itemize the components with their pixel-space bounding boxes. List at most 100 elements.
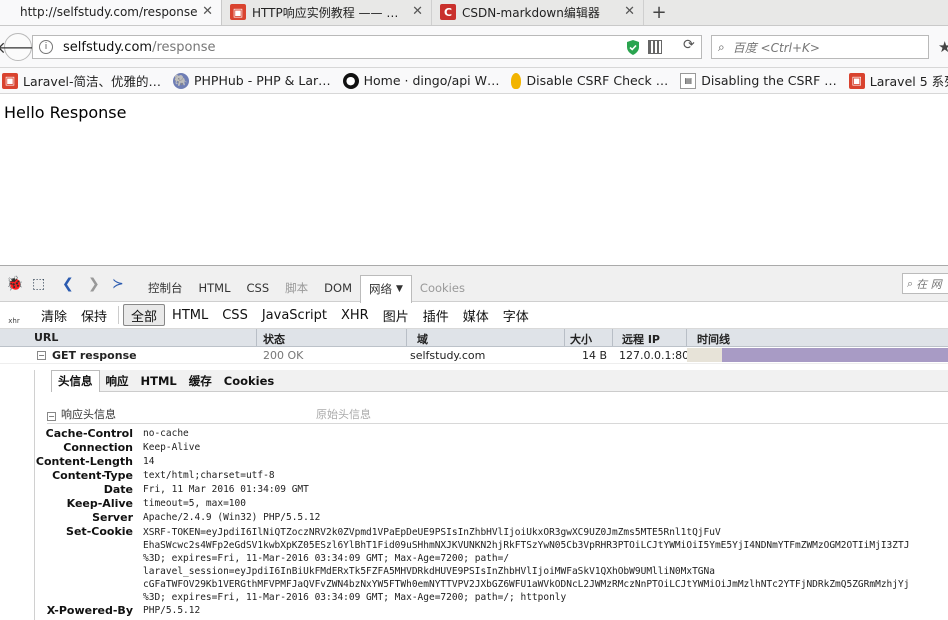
header-row: Cache-Control no-cache xyxy=(35,427,948,441)
bookmark-laravel[interactable]: ▣ Laravel-简洁、优雅的… xyxy=(2,71,161,90)
bookmark-label: Laravel-简洁、优雅的… xyxy=(23,74,161,89)
col-url[interactable]: URL xyxy=(34,331,58,344)
command-line-icon[interactable]: ≻ xyxy=(112,276,124,292)
response-headers-section: − 响应头信息 原始头信息 xyxy=(47,406,948,424)
request-url: GET response xyxy=(52,349,137,362)
search-placeholder: 百度 <Ctrl+K> xyxy=(732,40,820,55)
header-name: Set-Cookie xyxy=(66,525,133,538)
filter-css[interactable]: CSS xyxy=(215,304,255,326)
tab-html[interactable]: HTML xyxy=(135,370,183,392)
request-status: 200 OK xyxy=(263,349,304,362)
tab-html[interactable]: HTML xyxy=(191,275,239,301)
url-bar[interactable]: i selfstudy.com/response ⟳ xyxy=(32,35,702,59)
col-remote-ip[interactable]: 远程 IP xyxy=(622,331,660,347)
info-icon[interactable]: i xyxy=(39,40,53,54)
filter-media[interactable]: 媒体 xyxy=(456,304,496,326)
bookmark-disable-csrf[interactable]: Disable CSRF Check … xyxy=(511,72,669,89)
bookmark-star-icon[interactable]: ★ xyxy=(938,38,948,56)
header-name: Connection xyxy=(63,441,133,454)
section-title: 响应头信息 xyxy=(61,408,116,421)
collapse-icon[interactable]: − xyxy=(37,351,46,360)
bookmark-disabling-csrf[interactable]: ▤ Disabling the CSRF … xyxy=(680,72,837,89)
timeline-bar xyxy=(687,348,948,362)
close-icon[interactable]: ✕ xyxy=(412,4,423,19)
tab-title: HTTP响应实例教程 —— … xyxy=(252,5,399,20)
tab-headers[interactable]: 头信息 xyxy=(51,369,100,392)
back-icon[interactable]: ❮ xyxy=(62,276,74,292)
bookmark-label: Laravel 5 系列入门教… xyxy=(869,74,948,89)
tab-script[interactable]: 脚本 xyxy=(277,275,316,301)
csdn-icon: C xyxy=(440,4,456,20)
persist-button[interactable]: 保持 xyxy=(74,304,114,326)
xhr-icon[interactable]: xhr xyxy=(4,305,24,325)
tab-cookies[interactable]: Cookies xyxy=(218,370,280,392)
search-input[interactable]: ⌕ 百度 <Ctrl+K> xyxy=(711,35,929,59)
clear-button[interactable]: 清除 xyxy=(34,304,74,326)
divider xyxy=(118,306,120,324)
inspect-icon[interactable]: ⬚ xyxy=(32,276,45,292)
tab-csdn[interactable]: C CSDN-markdown编辑器 ✕ xyxy=(432,0,644,25)
col-timeline[interactable]: 时间线 xyxy=(697,331,730,347)
laravel-icon: ▣ xyxy=(2,72,18,89)
collapse-icon[interactable]: − xyxy=(47,412,56,421)
tab-network[interactable]: 网络 ▼ xyxy=(360,274,412,303)
devtools-tabs: 控制台 HTML CSS 脚本 DOM 网络 ▼ Cookies xyxy=(140,273,473,303)
devtools-search-input[interactable]: ⌕ 在 网 xyxy=(902,273,948,294)
tab-http-tutorial[interactable]: ▣ HTTP响应实例教程 —— … ✕ xyxy=(222,0,432,25)
filter-images[interactable]: 图片 xyxy=(376,304,416,326)
header-name: Content-Length xyxy=(35,455,133,468)
request-size: 14 B xyxy=(582,349,608,362)
close-icon[interactable]: ✕ xyxy=(624,4,635,19)
url-path: /response xyxy=(152,39,216,55)
col-domain[interactable]: 域 xyxy=(417,331,428,347)
bookmark-dingo[interactable]: ● Home · dingo/api W… xyxy=(342,72,499,89)
bookmark-label: Disable CSRF Check … xyxy=(526,73,669,88)
tab-cache[interactable]: 缓存 xyxy=(183,370,218,392)
header-value: XSRF-TOKEN=eyJpdiI6IlNiQTZoczNRV2k0ZVpmd… xyxy=(143,527,910,603)
headers-table: Cache-Control no-cache Connection Keep-Ali… xyxy=(35,427,948,618)
col-size[interactable]: 大小 xyxy=(570,331,592,347)
tab-css[interactable]: CSS xyxy=(239,275,278,301)
firebug-icon[interactable]: 🐞 xyxy=(6,276,23,292)
filter-xhr[interactable]: XHR xyxy=(334,304,376,326)
tab-cookies[interactable]: Cookies xyxy=(412,275,473,301)
filter-plugins[interactable]: 插件 xyxy=(416,304,456,326)
filter-fonts[interactable]: 字体 xyxy=(496,304,536,326)
filter-javascript[interactable]: JavaScript xyxy=(255,304,334,326)
lightbulb-icon xyxy=(511,72,522,89)
header-row: Keep-Alive timeout=5, max=100 xyxy=(35,497,948,511)
col-status[interactable]: 状态 xyxy=(263,331,285,347)
reload-icon[interactable]: ⟳ xyxy=(683,37,695,53)
network-filter-bar: xhr 清除 保持 全部 HTML CSS JavaScript XHR 图片 … xyxy=(0,302,948,329)
tab-dom[interactable]: DOM xyxy=(316,275,360,301)
header-value: Keep-Alive xyxy=(143,442,201,453)
header-row-set-cookie: Set-Cookie XSRF-TOKEN=eyJpdiI6IlNiQTZoczN… xyxy=(35,525,948,604)
request-row[interactable]: − GET response 200 OK selfstudy.com 14 B… xyxy=(0,347,948,364)
section-heading[interactable]: − 响应头信息 xyxy=(47,406,116,422)
tab-console[interactable]: 控制台 xyxy=(140,275,191,301)
url-host: selfstudy.com xyxy=(63,39,153,55)
plus-icon: + xyxy=(651,1,667,23)
search-icon: ⌕ xyxy=(718,39,725,54)
dropdown-caret-icon[interactable]: ▼ xyxy=(396,284,403,294)
page-content: Hello Response xyxy=(0,95,948,265)
bookmark-laravel5[interactable]: ▣ Laravel 5 系列入门教… xyxy=(848,71,948,90)
close-icon[interactable]: ✕ xyxy=(202,4,213,19)
tab-response[interactable]: 响应 xyxy=(100,370,135,392)
tab-response[interactable]: http://selfstudy.com/response ✕ xyxy=(0,0,222,25)
favicon-icon: ▣ xyxy=(230,4,246,20)
devtools-panel: 🐞 ⬚ ❮ ❯ ≻ 控制台 HTML CSS 脚本 DOM 网络 ▼ Cookie… xyxy=(0,265,948,620)
bookmark-phphub[interactable]: 🐘 PHPHub - PHP & Lar… xyxy=(173,72,331,89)
github-icon: ● xyxy=(342,72,359,89)
shield-icon[interactable] xyxy=(626,40,640,55)
devtools-toolbar: 🐞 ⬚ ❮ ❯ ≻ 控制台 HTML CSS 脚本 DOM 网络 ▼ Cookie… xyxy=(0,266,948,303)
filter-html[interactable]: HTML xyxy=(165,304,215,326)
back-button[interactable]: 🡐 xyxy=(0,33,39,61)
filter-all[interactable]: 全部 xyxy=(123,304,166,326)
divider xyxy=(564,329,565,346)
header-value: text/html;charset=utf-8 xyxy=(143,470,275,481)
qr-code-icon[interactable] xyxy=(648,40,662,54)
raw-headers-link[interactable]: 原始头信息 xyxy=(316,406,371,422)
forward-icon[interactable]: ❯ xyxy=(88,276,100,292)
new-tab-button[interactable]: + xyxy=(644,0,674,25)
